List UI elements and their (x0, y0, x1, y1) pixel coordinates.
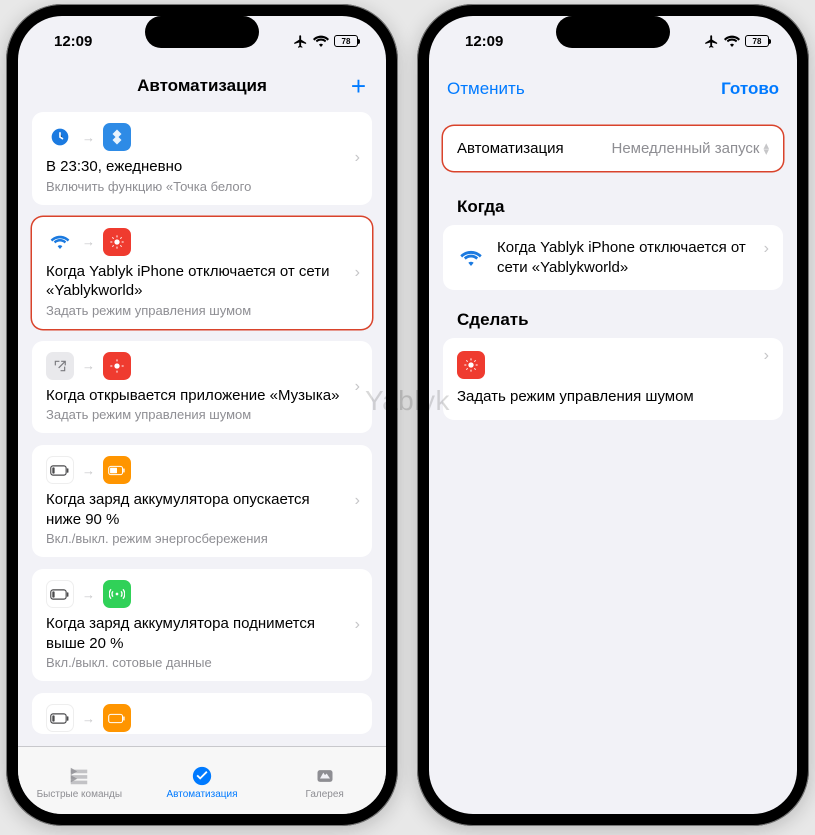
clock-icon (46, 123, 74, 151)
arrow-icon: → (82, 463, 95, 478)
lowpower-action-icon (103, 456, 131, 484)
nav-header: Автоматизация + (18, 66, 386, 106)
cancel-button[interactable]: Отменить (447, 79, 525, 99)
done-button[interactable]: Готово (721, 79, 779, 99)
page-title: Автоматизация (137, 76, 267, 96)
card-title: Когда открывается приложение «Музыка» (46, 386, 358, 406)
airplane-icon (293, 34, 308, 49)
chevron-icon: › (764, 240, 769, 258)
do-header: Сделать (429, 292, 797, 336)
updown-icon: ▴▾ (763, 143, 769, 155)
tab-gallery[interactable]: Галерея (263, 747, 386, 814)
chevron-icon: › (355, 149, 360, 167)
run-mode-selector[interactable]: Автоматизация Немедленный запуск ▴▾ (443, 126, 783, 171)
lowpower-action-icon (103, 704, 131, 732)
card-title: Когда Yablyk iPhone отключается от сети … (46, 262, 358, 301)
selector-label: Автоматизация (457, 140, 564, 157)
status-time: 12:09 (465, 33, 503, 50)
when-header: Когда (429, 179, 797, 223)
shortcuts-app-icon (103, 123, 131, 151)
battery-icon: 78 (334, 35, 358, 47)
automation-card-app[interactable]: → Когда открывается приложение «Музыка» … (32, 341, 372, 434)
card-subtitle: Задать режим управления шумом (46, 407, 358, 422)
card-subtitle: Вкл./выкл. сотовые данные (46, 655, 358, 670)
arrow-icon: → (82, 130, 95, 145)
selector-value: Немедленный запуск (611, 140, 759, 157)
card-title: Когда заряд аккумулятора поднимется выше… (46, 614, 358, 653)
when-text: Когда Yablyk iPhone отключается от сети … (497, 238, 752, 277)
battery-trigger-icon (46, 580, 74, 608)
tab-label: Автоматизация (166, 789, 237, 800)
wifi-trigger-icon (46, 228, 74, 256)
battery-icon: 78 (745, 35, 769, 47)
tab-shortcuts[interactable]: Быстрые команды (18, 747, 141, 814)
card-subtitle: Вкл./выкл. режим энергосбережения (46, 531, 358, 546)
cellular-action-icon (103, 580, 131, 608)
do-row[interactable]: › Задать режим управления шумом (443, 338, 783, 420)
gallery-icon (312, 765, 338, 787)
phone-left: 12:09 78 Автоматизация + → (6, 4, 398, 826)
noise-action-icon (457, 351, 485, 379)
automation-card-wifi[interactable]: → Когда Yablyk iPhone отключается от сет… (32, 217, 372, 329)
wifi-icon (724, 35, 740, 47)
automation-card-partial[interactable]: → (32, 693, 372, 734)
wifi-icon (457, 244, 485, 272)
arrow-icon: → (82, 234, 95, 249)
app-open-icon (46, 352, 74, 380)
battery-trigger-icon (46, 704, 74, 732)
tab-label: Галерея (306, 789, 344, 800)
automation-list[interactable]: → В 23:30, ежедневно Включить функцию «Т… (18, 106, 386, 746)
dynamic-island (145, 16, 259, 48)
tab-bar: Быстрые команды Автоматизация Галерея (18, 746, 386, 814)
battery-trigger-icon (46, 456, 74, 484)
do-text: Задать режим управления шумом (457, 387, 694, 407)
chevron-icon: › (355, 616, 360, 634)
automation-card-battery-high[interactable]: → Когда заряд аккумулятора поднимется вы… (32, 569, 372, 681)
chevron-icon: › (355, 492, 360, 510)
card-title: Когда заряд аккумулятора опускается ниже… (46, 490, 358, 529)
airplane-icon (704, 34, 719, 49)
modal-header: Отменить Готово (429, 66, 797, 112)
tab-automation[interactable]: Автоматизация (141, 747, 264, 814)
shortcuts-icon (66, 765, 92, 787)
tab-label: Быстрые команды (37, 789, 122, 800)
wifi-icon (313, 35, 329, 47)
automation-card-time[interactable]: → В 23:30, ежедневно Включить функцию «Т… (32, 112, 372, 205)
automation-card-battery-low[interactable]: → Когда заряд аккумулятора опускается ни… (32, 445, 372, 557)
card-subtitle: Включить функцию «Точка белого (46, 179, 358, 194)
chevron-icon: › (355, 378, 360, 396)
arrow-icon: → (82, 587, 95, 602)
when-row[interactable]: Когда Yablyk iPhone отключается от сети … (443, 225, 783, 290)
noise-action-icon (103, 228, 131, 256)
add-button[interactable]: + (351, 71, 366, 102)
card-title: В 23:30, ежедневно (46, 157, 358, 177)
dynamic-island (556, 16, 670, 48)
detail-content[interactable]: Автоматизация Немедленный запуск ▴▾ Когд… (429, 112, 797, 814)
chevron-icon: › (764, 347, 769, 365)
arrow-icon: → (82, 358, 95, 373)
automation-icon (189, 765, 215, 787)
noise-action-icon (103, 352, 131, 380)
arrow-icon: → (82, 711, 95, 726)
card-subtitle: Задать режим управления шумом (46, 303, 358, 318)
phone-right: 12:09 78 Отменить Готово Автоматизация Н… (417, 4, 809, 826)
chevron-icon: › (355, 264, 360, 282)
status-time: 12:09 (54, 33, 92, 50)
